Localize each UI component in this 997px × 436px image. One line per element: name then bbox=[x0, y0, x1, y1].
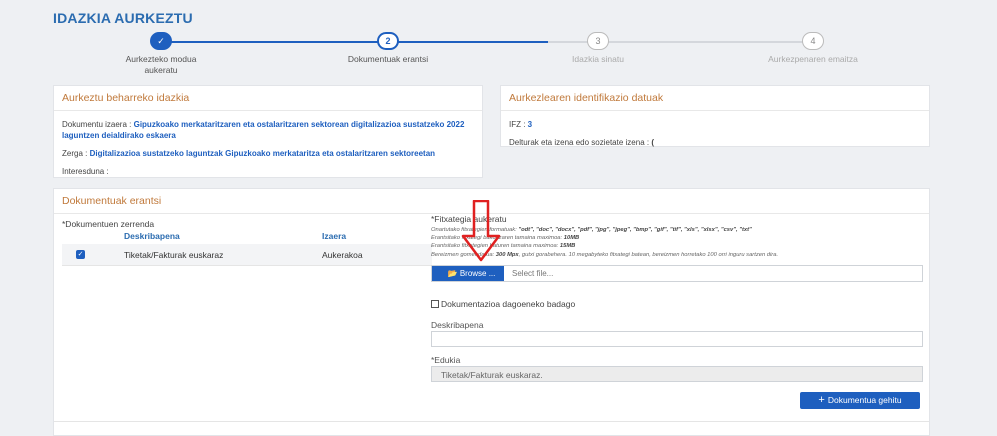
red-arrow-annotation bbox=[461, 200, 501, 262]
note-formats: Onartutako fitxategien formatuak: "odt",… bbox=[431, 227, 752, 233]
step-2-label: Dokumentuak erantsi bbox=[347, 54, 429, 64]
step-4-label: Aurkezpenaren emaitza bbox=[768, 54, 858, 64]
step-4-circle: 4 bbox=[802, 32, 824, 50]
file-placeholder: Select file... bbox=[512, 269, 554, 278]
row-description: Tiketak/Fakturak euskaraz bbox=[124, 250, 224, 260]
step-3-circle: 3 bbox=[587, 32, 609, 50]
column-header-status: Izaera bbox=[322, 231, 347, 241]
step-3-label: Idazkia sinatu bbox=[572, 54, 624, 64]
submitter-info-title: Aurkezlearen identifikazio datuak bbox=[501, 86, 929, 111]
submitter-info-body: IFZ : 3 Delturak eta izena edo sozietate… bbox=[501, 111, 929, 163]
submitter-name-value: ( bbox=[651, 138, 654, 147]
document-info-panel: Aurkeztu beharreko idazkia Dokumentu iza… bbox=[53, 85, 483, 178]
procedure-row: Zerga : Digitalizazioa sustatzeko lagunt… bbox=[62, 148, 474, 159]
row-checkbox[interactable]: ✓ bbox=[76, 250, 85, 259]
note-resolution: Bereizmen gomendatua: 300 Mpx, gutxi gor… bbox=[431, 251, 779, 258]
already-have-docs-label: Dokumentazioa dagoeneko badago bbox=[441, 299, 576, 309]
already-have-docs-checkbox[interactable] bbox=[431, 300, 439, 308]
step-3: 3 Idazkia sinatu bbox=[528, 32, 668, 65]
procedure-value: Digitalizazioa sustatzeko laguntzak Gipu… bbox=[89, 149, 436, 158]
documents-list-title: *Dokumentuen zerrenda bbox=[62, 219, 155, 229]
interested-label: Interesduna : bbox=[62, 167, 109, 176]
document-type-label: Dokumentu izaera : bbox=[62, 120, 134, 129]
note-total-size: Erantsitako fitxategien baturen tamaina … bbox=[431, 243, 576, 250]
upload-requirements: Onartutako fitxategien formatuak: "odt",… bbox=[431, 226, 921, 259]
file-input[interactable]: 📂 Browse ... Select file... bbox=[431, 265, 923, 282]
add-document-button[interactable]: + Dokumentua gehitu bbox=[800, 392, 920, 409]
browse-button-label: Browse ... bbox=[459, 269, 496, 278]
ifz-value: 3 bbox=[527, 120, 533, 129]
step-1: ✓ Aurkezteko modua aukeratu bbox=[91, 32, 231, 76]
document-info-body: Dokumentu izaera : Gipuzkoako merkatarit… bbox=[54, 111, 482, 192]
page-title: IDAZKIA AURKEZTU bbox=[53, 10, 193, 26]
document-info-title: Aurkeztu beharreko idazkia bbox=[54, 86, 482, 111]
folder-icon: 📂 bbox=[447, 269, 458, 278]
step-1-label: Aurkezteko modua aukeratu bbox=[125, 54, 197, 75]
plus-icon: + bbox=[818, 394, 825, 406]
note-max-size: Erantsitako fitxategi bakoitzaren tamain… bbox=[431, 235, 580, 242]
description-input[interactable] bbox=[431, 331, 923, 347]
submitter-info-panel: Aurkezlearen identifikazio datuak IFZ : … bbox=[500, 85, 930, 147]
step-2-circle: 2 bbox=[377, 32, 399, 50]
step-2: 2 Dokumentuak erantsi bbox=[318, 32, 458, 65]
column-header-description: Deskribapena bbox=[124, 231, 180, 241]
page: IDAZKIA AURKEZTU ✓ Aurkezteko modua auke… bbox=[0, 0, 997, 436]
already-have-docs-row[interactable]: Dokumentazioa dagoeneko badago bbox=[431, 299, 575, 309]
table-row[interactable]: ✓ Tiketak/Fakturak euskaraz Aukerakoa bbox=[62, 244, 432, 266]
step-4: 4 Aurkezpenaren emaitza bbox=[743, 32, 883, 65]
check-icon: ✓ bbox=[150, 32, 172, 50]
row-status: Aukerakoa bbox=[322, 250, 363, 260]
panel-divider bbox=[54, 421, 929, 422]
procedure-label: Zerga : bbox=[62, 149, 90, 158]
ifz-label: IFZ : bbox=[509, 120, 528, 129]
content-field: Tiketak/Fakturak euskaraz. bbox=[431, 366, 923, 382]
ifz-row: IFZ : 3 bbox=[509, 119, 921, 130]
content-label: *Edukia bbox=[431, 355, 461, 365]
description-label: Deskribapena bbox=[431, 320, 484, 330]
add-document-label: Dokumentua gehitu bbox=[827, 395, 902, 405]
interested-row: Interesduna : bbox=[62, 166, 474, 177]
document-type-row: Dokumentu izaera : Gipuzkoako merkatarit… bbox=[62, 119, 474, 141]
browse-button[interactable]: 📂 Browse ... bbox=[432, 266, 504, 281]
submitter-name-label: Delturak eta izena edo sozietate izena : bbox=[509, 138, 652, 147]
submitter-name-row: Delturak eta izena edo sozietate izena :… bbox=[509, 137, 921, 148]
